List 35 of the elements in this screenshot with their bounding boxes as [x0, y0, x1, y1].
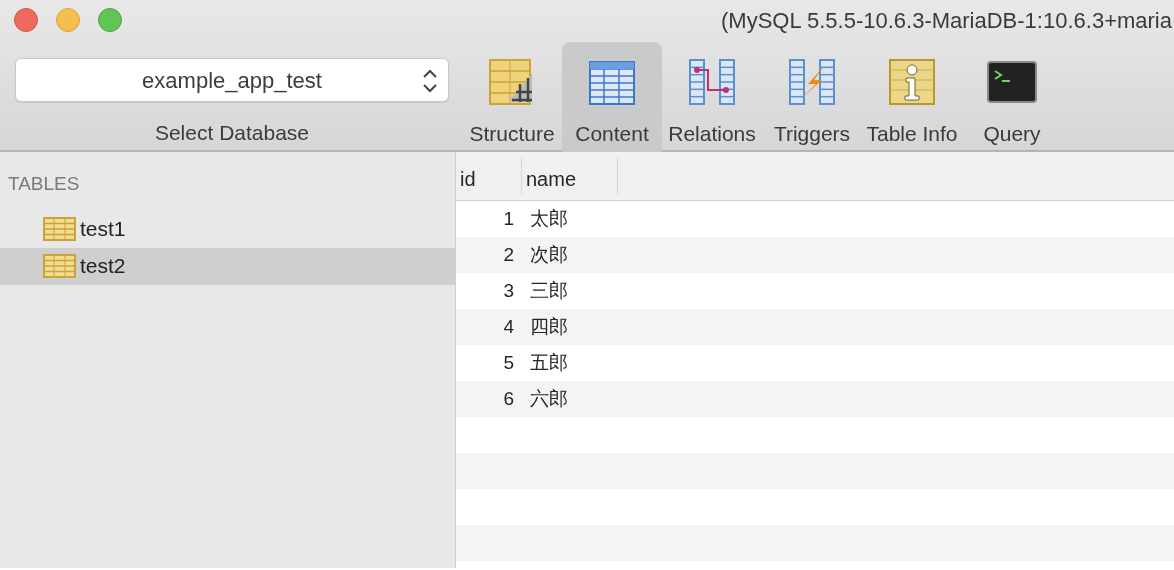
- zoom-icon[interactable]: [98, 8, 122, 32]
- table-cell-text: 六郎: [529, 386, 569, 411]
- table-cell-text: 4: [502, 314, 515, 339]
- sidebar-heading: TABLES: [7, 172, 81, 196]
- table-cell-text: 四郎: [529, 314, 569, 339]
- info-icon: [886, 56, 938, 108]
- linked-columns-icon: [686, 56, 738, 108]
- database-label: Select Database: [153, 120, 311, 146]
- table-cell-text: 2: [502, 242, 515, 267]
- table-cell-text: 三郎: [529, 278, 569, 303]
- table-icon: [43, 217, 76, 241]
- column-header[interactable]: id: [456, 158, 522, 194]
- database-dropdown[interactable]: example_app_test: [15, 58, 449, 102]
- table-icon: [43, 254, 76, 278]
- toolbar-tab[interactable]: Structure: [462, 42, 562, 152]
- minimize-icon[interactable]: [56, 8, 80, 32]
- lightning-columns-icon: [786, 56, 838, 108]
- toolbar-tab[interactable]: Table Info: [862, 42, 962, 152]
- window-title: (MySQL 5.5.5-10.6.3-MariaDB-1:10.6.3+maria: [721, 7, 1172, 35]
- table-cell-text: 五郎: [529, 350, 569, 375]
- close-icon[interactable]: [14, 8, 38, 32]
- toolbar-tab[interactable]: Triggers: [762, 42, 862, 152]
- chevron-updown-icon: [422, 68, 438, 94]
- sidebar-item[interactable]: test2: [0, 247, 455, 285]
- table-cell-text: 次郎: [529, 242, 569, 267]
- toolbar-tab[interactable]: Relations: [662, 42, 762, 152]
- toolbar-tab[interactable]: Content: [562, 42, 662, 152]
- column-header[interactable]: name: [522, 158, 618, 194]
- table-cell-text: 1: [502, 206, 515, 231]
- table-cell-text: 3: [502, 278, 515, 303]
- table-cell-text: 太郎: [529, 206, 569, 231]
- table-cell-text: 6: [502, 386, 515, 411]
- sidebar-item[interactable]: test1: [0, 210, 455, 248]
- table-cell-text: 5: [502, 350, 515, 375]
- toolbar-tab[interactable]: Query: [962, 42, 1062, 152]
